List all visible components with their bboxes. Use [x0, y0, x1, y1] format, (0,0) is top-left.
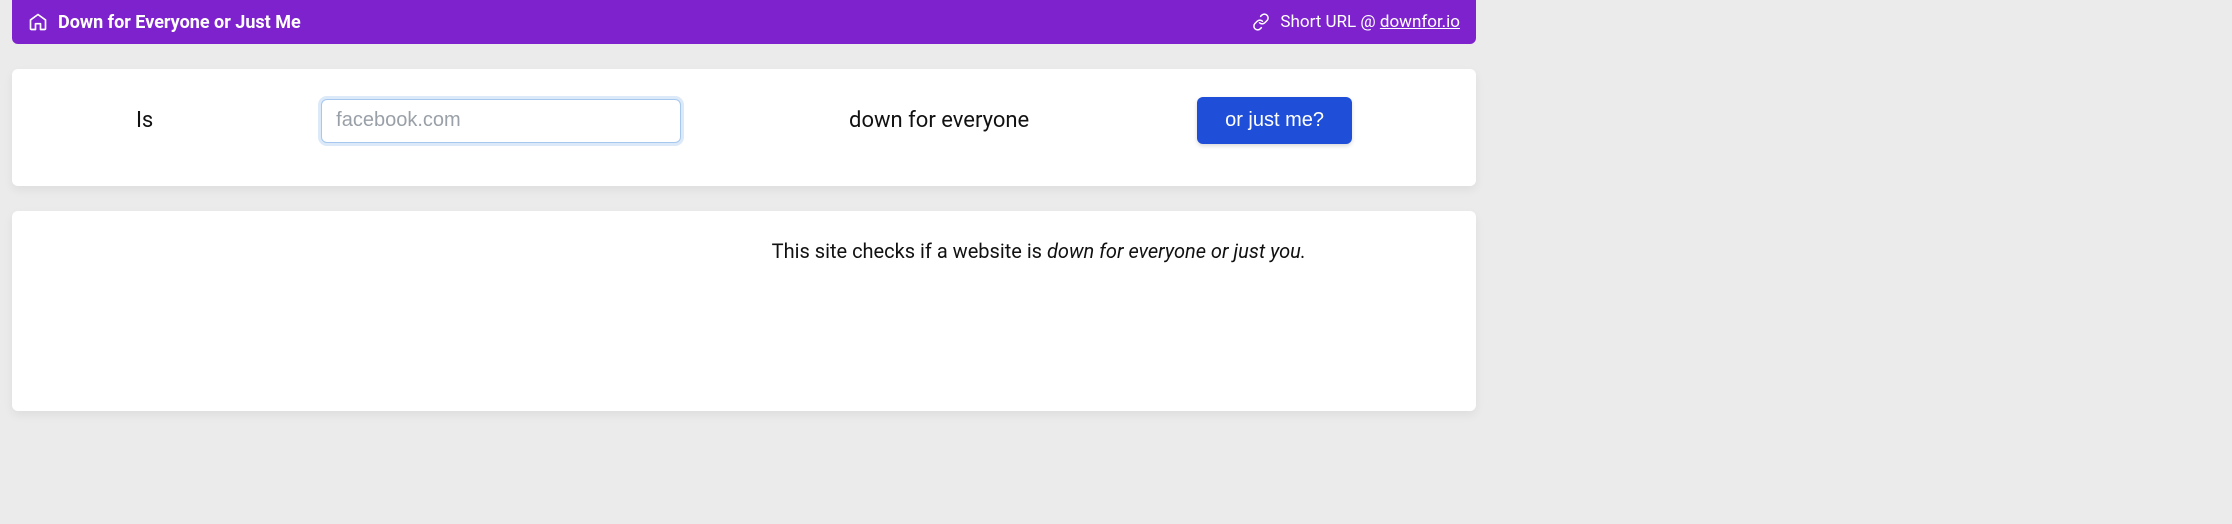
link-icon — [1252, 13, 1270, 31]
form-prefix-label: Is — [136, 108, 153, 133]
check-button[interactable]: or just me? — [1197, 97, 1352, 144]
check-form-card: Is down for everyone or just me? — [12, 69, 1476, 186]
header-left: Down for Everyone or Just Me — [28, 12, 301, 33]
info-text-prefix: This site checks if a website is — [772, 239, 1047, 263]
short-url-prefix: Short URL @ — [1280, 12, 1379, 32]
home-icon[interactable] — [28, 12, 48, 32]
short-url-label: Short URL @ downfor.io — [1280, 12, 1460, 32]
info-text: This site checks if a website is down fo… — [772, 239, 1306, 263]
site-title: Down for Everyone or Just Me — [58, 12, 301, 33]
info-text-italic: down for everyone or just you. — [1047, 239, 1306, 263]
header-right: Short URL @ downfor.io — [1252, 12, 1460, 32]
info-card: This site checks if a website is down fo… — [12, 211, 1476, 411]
url-input[interactable] — [321, 99, 681, 143]
form-middle-label: down for everyone — [849, 108, 1029, 133]
short-url-link[interactable]: downfor.io — [1380, 12, 1460, 32]
header-bar: Down for Everyone or Just Me Short URL @… — [12, 0, 1476, 44]
